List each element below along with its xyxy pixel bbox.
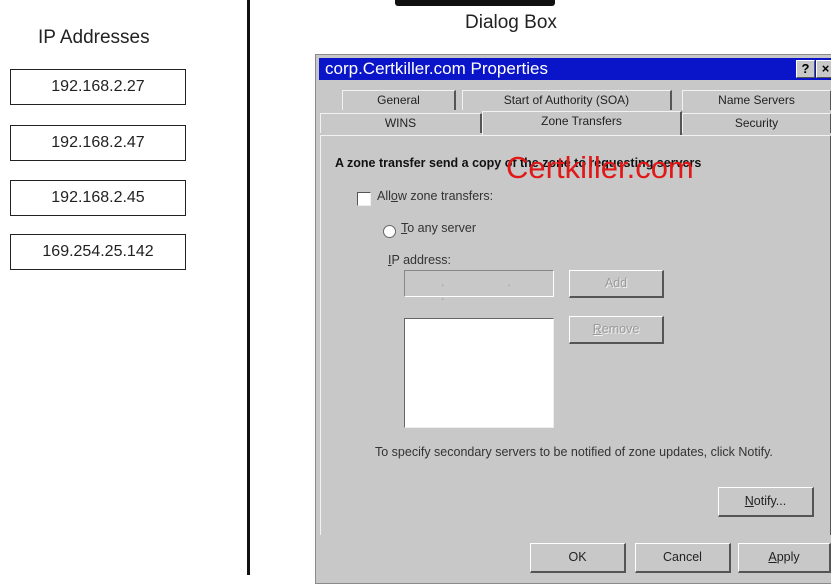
- add-button[interactable]: Add: [569, 270, 664, 298]
- help-button[interactable]: ?: [796, 60, 815, 78]
- ip-address-label: IP address:: [388, 253, 452, 267]
- ip-addresses-heading: IP Addresses: [38, 27, 150, 48]
- allow-zone-transfers-checkbox[interactable]: [357, 192, 371, 206]
- cropped-header-fragment: [395, 0, 555, 6]
- ip-address-option[interactable]: 169.254.25.142: [10, 234, 186, 270]
- apply-button[interactable]: Apply: [738, 543, 831, 573]
- panel-divider: [247, 0, 250, 575]
- notify-button[interactable]: Notify...: [718, 487, 814, 517]
- cancel-button[interactable]: Cancel: [635, 543, 731, 573]
- dialog-title: corp.Certkiller.com Properties: [325, 59, 548, 78]
- server-ip-list[interactable]: [404, 318, 554, 428]
- dialog-titlebar[interactable]: corp.Certkiller.com Properties ? ×: [319, 58, 831, 80]
- to-any-server-radio[interactable]: [383, 225, 396, 238]
- tab-wins[interactable]: WINS: [320, 113, 482, 133]
- tab-zone-transfers[interactable]: Zone Transfers: [482, 111, 682, 135]
- dialog-box-heading: Dialog Box: [465, 12, 557, 33]
- allow-zone-transfers-label[interactable]: Allow zone transfers:: [377, 189, 493, 203]
- close-button[interactable]: ×: [816, 60, 831, 78]
- tab-security[interactable]: Security: [682, 113, 831, 133]
- ip-address-option[interactable]: 192.168.2.45: [10, 180, 186, 216]
- tab-start-of-authority[interactable]: Start of Authority (SOA): [462, 90, 672, 110]
- ip-address-separators: . . .: [441, 275, 542, 303]
- tab-name-servers[interactable]: Name Servers: [682, 90, 831, 110]
- watermark-text: Certkiller.com: [506, 150, 694, 185]
- notify-help-text: To specify secondary servers to be notif…: [375, 445, 773, 459]
- to-any-server-label[interactable]: To any server: [401, 221, 476, 235]
- remove-button[interactable]: Remove: [569, 316, 664, 344]
- ip-address-option[interactable]: 192.168.2.47: [10, 125, 186, 161]
- ip-address-option[interactable]: 192.168.2.27: [10, 69, 186, 105]
- ip-address-input[interactable]: . . .: [404, 270, 554, 303]
- ok-button[interactable]: OK: [530, 543, 626, 573]
- tab-general[interactable]: General: [342, 90, 456, 110]
